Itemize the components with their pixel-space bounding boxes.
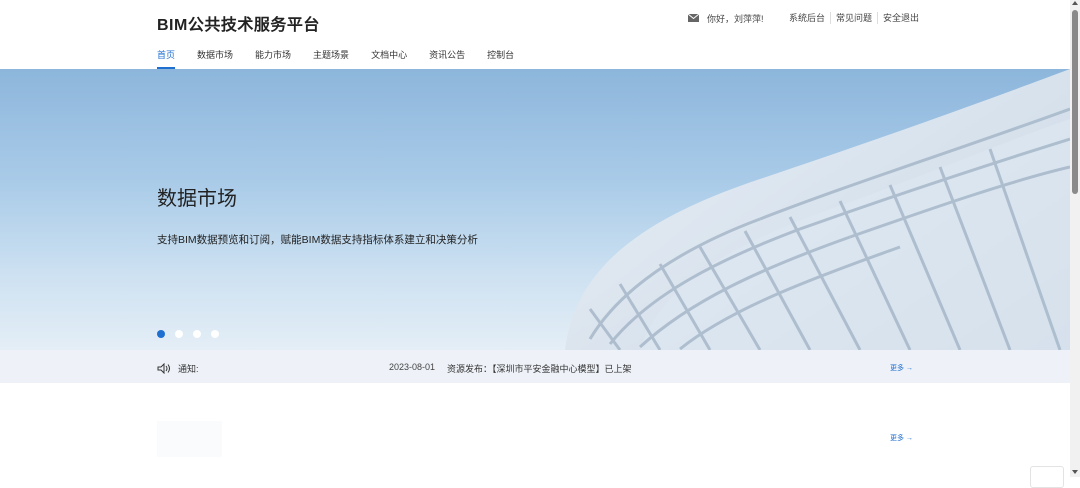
- notice-bar: 通知: 2023-08-01 资源发布：【深圳市平安金融中心模型】已上架 更多 …: [0, 350, 1070, 383]
- nav-capability-market[interactable]: 能力市场: [255, 48, 291, 69]
- notice-text[interactable]: 资源发布：【深圳市平安金融中心模型】已上架: [447, 362, 632, 375]
- nav-data-market[interactable]: 数据市场: [197, 48, 233, 69]
- nav-theme-scenes[interactable]: 主题场景: [313, 48, 349, 69]
- site-logo[interactable]: BIM公共技术服务平台: [157, 11, 320, 35]
- mail-icon[interactable]: [687, 13, 700, 24]
- nav-console[interactable]: 控制台: [487, 48, 514, 69]
- nav-doc-center[interactable]: 文档中心: [371, 48, 407, 69]
- logout-link[interactable]: 安全退出: [877, 12, 924, 24]
- scroll-down-arrow-icon[interactable]: [1072, 470, 1078, 474]
- main-nav: 首页 数据市场 能力市场 主题场景 文档中心 资讯公告 控制台: [157, 48, 536, 69]
- page-scrollbar[interactable]: [1070, 0, 1080, 477]
- banner-title: 数据市场: [157, 188, 237, 210]
- scrollbar-thumb[interactable]: [1072, 10, 1078, 194]
- faq-link[interactable]: 常见问题: [830, 12, 877, 24]
- top-links: 系统后台 常见问题 安全退出: [789, 12, 924, 24]
- carousel-dot-4[interactable]: [211, 330, 219, 338]
- section-placeholder: [157, 421, 222, 457]
- notice-label: 通知:: [178, 364, 199, 374]
- notice-date: 2023-08-01: [389, 362, 436, 372]
- banner-subtitle: 支持BIM数据预览和订阅，赋能BIM数据支持指标体系建立和决策分析: [157, 234, 478, 246]
- section-more-link[interactable]: 更多 →: [890, 433, 913, 443]
- carousel-dot-2[interactable]: [175, 330, 183, 338]
- notice-more-link[interactable]: 更多 →: [890, 363, 913, 373]
- back-to-top-button[interactable]: [1030, 466, 1064, 488]
- site-header: BIM公共技术服务平台 你好，刘萍萍! 系统后台 常见问题 安全退出 首页 数据…: [0, 0, 1070, 69]
- speaker-icon: [157, 361, 171, 379]
- carousel-dot-3[interactable]: [193, 330, 201, 338]
- carousel-dots: [157, 330, 229, 338]
- carousel-dot-1[interactable]: [157, 330, 165, 338]
- nav-home[interactable]: 首页: [157, 48, 176, 69]
- system-admin-link[interactable]: 系统后台: [789, 12, 830, 24]
- hero-banner: 数据市场 支持BIM数据预览和订阅，赋能BIM数据支持指标体系建立和决策分析: [0, 69, 1070, 350]
- scroll-up-arrow-icon[interactable]: [1072, 1, 1078, 5]
- greeting-text: 你好，刘萍萍!: [707, 14, 764, 24]
- nav-news[interactable]: 资讯公告: [429, 48, 465, 69]
